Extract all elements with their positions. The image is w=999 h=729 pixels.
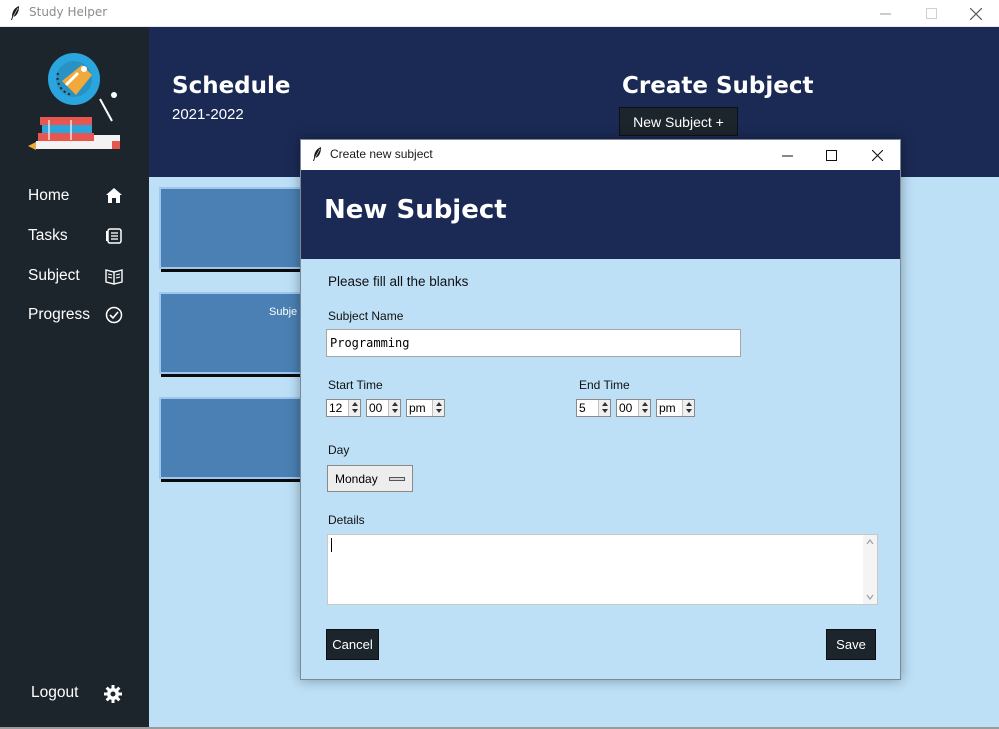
sidebar-item-home[interactable]: Home [0, 182, 149, 212]
subject-card[interactable] [159, 397, 309, 479]
create-subject-title: Create Subject [622, 73, 814, 99]
spin-arrows[interactable] [348, 400, 360, 416]
dialog-heading: New Subject [324, 195, 507, 225]
subject-name-label: Subject Name [328, 309, 404, 323]
subject-card-label: Subje [269, 306, 298, 318]
book-icon [105, 269, 123, 285]
dialog-header: New Subject [301, 170, 900, 259]
day-dropdown-value: Monday [335, 472, 378, 486]
start-minute-spinbox[interactable]: 00 [366, 399, 401, 417]
subject-card[interactable] [159, 187, 309, 269]
arrow-up-icon [602, 402, 608, 406]
window-title: Study Helper [29, 5, 108, 19]
dialog-maximize-button[interactable] [809, 140, 853, 170]
schedule-year: 2021-2022 [172, 106, 244, 123]
instruction-text: Please fill all the blanks [328, 274, 469, 289]
arrow-down-icon [392, 409, 398, 413]
logout-button[interactable]: Logout [0, 682, 149, 712]
start-hour-spinbox[interactable]: 12 [326, 399, 361, 417]
arrow-down-icon [436, 409, 442, 413]
subject-name-input[interactable]: Programming [326, 329, 741, 357]
minimize-button[interactable] [862, 0, 908, 27]
start-ampm-value: pm [409, 401, 426, 415]
spin-arrows[interactable] [598, 400, 610, 416]
gear-icon [104, 685, 122, 703]
maximize-icon [825, 149, 837, 161]
sidebar-item-tasks[interactable]: Tasks [0, 222, 149, 252]
close-icon [970, 7, 982, 20]
start-minute-value: 00 [369, 401, 383, 415]
arrow-up-icon [392, 402, 398, 406]
check-circle-icon [105, 306, 123, 324]
schedule-title: Schedule [172, 73, 291, 99]
day-label: Day [328, 443, 350, 457]
minimize-icon [879, 13, 891, 15]
cancel-button[interactable]: Cancel [326, 629, 379, 660]
dialog-title: Create new subject [330, 147, 433, 161]
dropdown-indicator-icon [389, 477, 405, 481]
spin-arrows[interactable] [682, 400, 694, 416]
main-titlebar: Study Helper [0, 0, 999, 27]
details-textarea[interactable] [327, 534, 878, 605]
minimize-icon [781, 155, 793, 156]
end-time-label: End Time [579, 378, 630, 392]
new-subject-button[interactable]: New Subject + [619, 107, 738, 136]
save-button[interactable]: Save [826, 629, 876, 660]
dialog-minimize-button[interactable] [765, 140, 809, 170]
spin-arrows[interactable] [388, 400, 400, 416]
end-ampm-spinbox[interactable]: pm [656, 399, 695, 417]
arrow-down-icon [352, 409, 358, 413]
end-hour-spinbox[interactable]: 5 [576, 399, 611, 417]
arrow-down-icon [686, 409, 692, 413]
close-icon [871, 149, 883, 161]
subject-card[interactable]: Subje [159, 292, 309, 374]
new-subject-dialog: Create new subject New Subject Please fi… [300, 139, 901, 680]
end-minute-value: 00 [619, 401, 633, 415]
sidebar-item-label: Tasks [28, 227, 68, 244]
text-caret [331, 538, 332, 552]
logout-label: Logout [31, 684, 79, 701]
dialog-titlebar: Create new subject [301, 140, 900, 170]
arrow-up-icon [352, 402, 358, 406]
start-time-label: Start Time [328, 378, 383, 392]
maximize-button[interactable] [908, 0, 954, 27]
tasks-icon [106, 228, 122, 244]
dialog-close-button[interactable] [855, 140, 899, 170]
details-label: Details [328, 513, 365, 527]
spin-arrows[interactable] [638, 400, 650, 416]
sidebar-item-progress[interactable]: Progress [0, 301, 149, 331]
feather-icon [11, 6, 19, 20]
scroll-down-icon[interactable] [866, 593, 874, 601]
day-dropdown[interactable]: Monday [327, 465, 413, 492]
start-ampm-spinbox[interactable]: pm [406, 399, 445, 417]
spin-arrows[interactable] [432, 400, 444, 416]
home-icon [106, 188, 122, 203]
sidebar-item-label: Progress [28, 306, 91, 323]
end-ampm-value: pm [659, 401, 676, 415]
arrow-up-icon [436, 402, 442, 406]
sidebar: Home Tasks Subject Progress Logout [0, 27, 149, 729]
end-minute-spinbox[interactable]: 00 [616, 399, 651, 417]
arrow-down-icon [602, 409, 608, 413]
sidebar-item-label: Subject [28, 267, 80, 284]
arrow-up-icon [642, 402, 648, 406]
maximize-icon [925, 8, 937, 19]
arrow-up-icon [686, 402, 692, 406]
details-scrollbar[interactable] [863, 535, 877, 604]
scroll-up-icon[interactable] [866, 538, 874, 546]
sidebar-item-subject[interactable]: Subject [0, 262, 149, 292]
arrow-down-icon [642, 409, 648, 413]
start-hour-value: 12 [329, 401, 343, 415]
close-button[interactable] [953, 0, 999, 27]
study-helper-logo [28, 53, 120, 150]
sidebar-item-label: Home [28, 187, 70, 204]
end-hour-value: 5 [579, 401, 586, 415]
feather-icon [313, 147, 321, 161]
